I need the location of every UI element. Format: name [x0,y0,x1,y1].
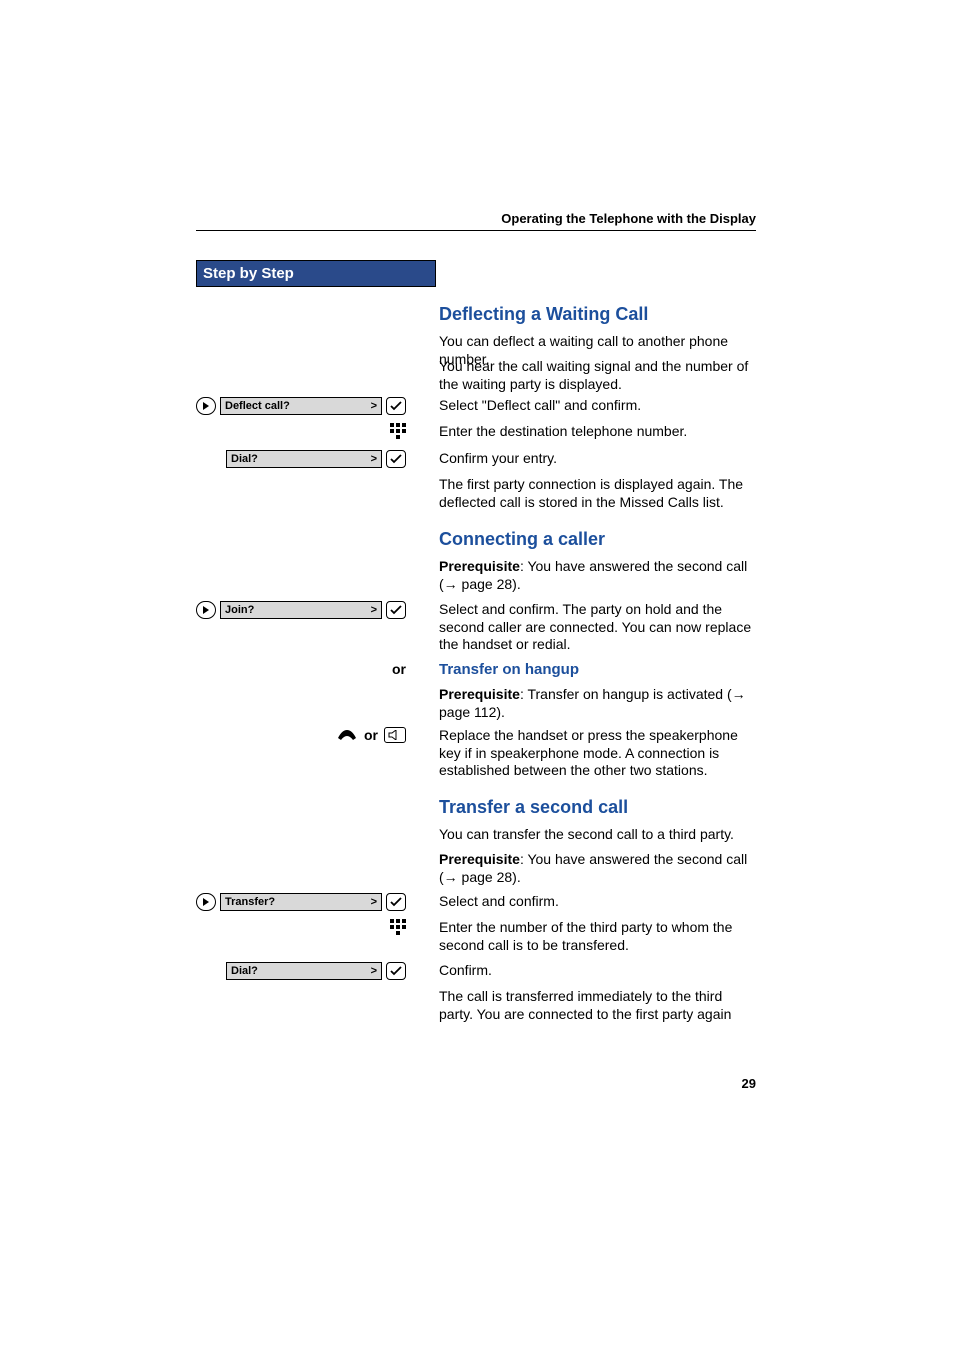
prereq-label: Prerequisite [439,558,520,574]
display-text: Deflect call? [225,400,290,412]
keypad-row [196,423,406,444]
text: Confirm. [439,962,759,980]
page-ref[interactable]: page 28). [458,869,521,885]
confirm-button-icon [386,893,406,911]
connecting-title: Connecting a caller [439,528,759,551]
or-label-1: or [196,661,406,677]
display-dial1: Dial? > [226,450,382,468]
deflecting-p6: The first party connection is displayed … [439,476,759,523]
header-section-title: Operating the Telephone with the Display [501,211,756,226]
connecting-prereq2: Prerequisite: Transfer on hangup is acti… [439,686,759,733]
step-join: Join? > [196,601,406,619]
keypad-row-2 [196,919,406,940]
page-ref[interactable]: page 112). [439,704,505,720]
display-deflect-call: Deflect call? > [220,397,382,415]
arrow-icon: → [444,869,458,885]
transfer-hangup-title: Transfer on hangup [439,661,759,680]
confirm-button-icon [386,450,406,468]
display-text: Transfer? [225,896,275,908]
deflecting-title: Deflecting a Waiting Call [439,303,759,326]
header-rule [196,230,756,231]
page-number: 29 [742,1076,756,1091]
connecting-prereq: Prerequisite: You have answered the seco… [439,558,759,605]
confirm-button-icon [386,397,406,415]
transfer2-p3: Enter the number of the third party to w… [439,919,759,966]
text: Select "Deflect call" and confirm. [439,397,759,415]
text: You hear the call waiting signal and the… [439,358,759,393]
handset-icon [336,728,358,742]
display-transfer: Transfer? > [220,893,382,911]
nav-right-icon [196,893,216,911]
text: Confirm your entry. [439,450,759,468]
transfer2-title: Transfer a second call [439,796,759,819]
gt-icon: > [371,965,377,977]
confirm-button-icon [386,962,406,980]
handset-or-speaker-row: or [196,727,406,743]
h4-title: Transfer on hangup [439,661,759,680]
text: Enter the destination telephone number. [439,423,759,441]
display-text: Dial? [231,965,258,977]
text: Replace the handset or press the speaker… [439,727,759,780]
display-text: Join? [225,604,254,616]
step-deflect-call: Deflect call? > [196,397,406,415]
text: The first party connection is displayed … [439,476,759,511]
text: You can transfer the second call to a th… [439,826,759,844]
arrow-icon: → [732,686,746,702]
step-dial2: Dial? > [196,962,406,980]
nav-right-icon [196,397,216,415]
step-transfer: Transfer? > [196,893,406,911]
display-join: Join? > [220,601,382,619]
arrow-icon: → [444,576,458,592]
display-text: Dial? [231,453,258,465]
gt-icon: > [371,400,377,412]
nav-right-icon [196,601,216,619]
connecting-p2: Replace the handset or press the speaker… [439,727,759,792]
prereq-label: Prerequisite [439,851,520,867]
keypad-icon [390,423,406,439]
text: Select and confirm. [439,893,759,911]
gt-icon: > [371,604,377,616]
keypad-icon [390,919,406,935]
sidebar-header: Step by Step [196,260,436,287]
text: The call is transferred immediately to t… [439,988,759,1023]
text: Select and confirm. The party on hold an… [439,601,759,654]
deflecting-p4: Enter the destination telephone number. [439,423,759,453]
or-label-2: or [364,727,378,743]
text: Enter the number of the third party to w… [439,919,759,954]
gt-icon: > [371,896,377,908]
page-ref[interactable]: page 28). [458,576,521,592]
gt-icon: > [371,453,377,465]
speaker-button-icon [384,727,406,743]
transfer2-prereq: Prerequisite: You have answered the seco… [439,851,759,898]
confirm-button-icon [386,601,406,619]
display-dial2: Dial? > [226,962,382,980]
prereq-label: Prerequisite [439,686,520,702]
text: : Transfer on hangup is activated ( [520,686,732,702]
step-dial1: Dial? > [196,450,406,468]
transfer2-p5: The call is transferred immediately to t… [439,988,759,1035]
connecting-p1: Select and confirm. The party on hold an… [439,601,759,666]
